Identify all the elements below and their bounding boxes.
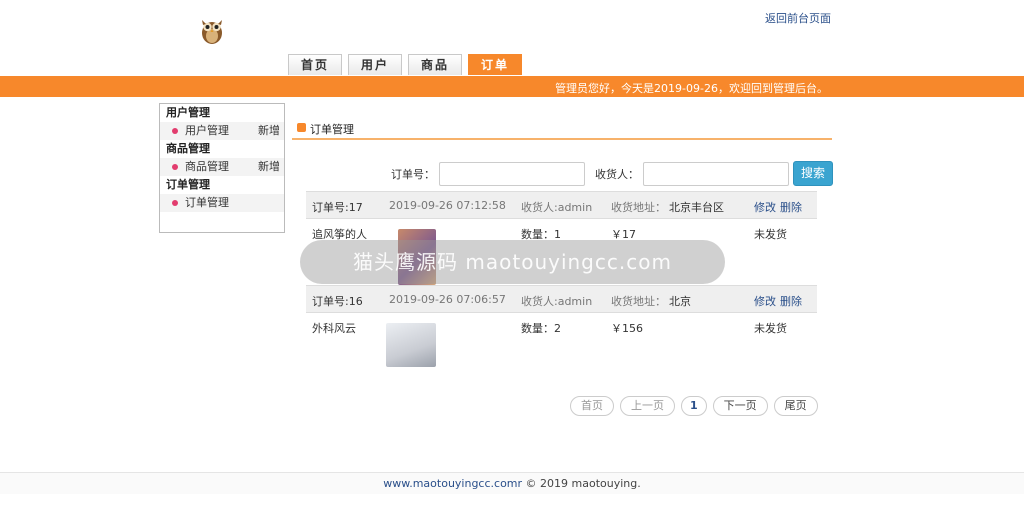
- address-label: 收货地址：: [611, 295, 666, 308]
- order-header: 订单号:16 2019-09-26 07:06:57 收货人:admin 收货地…: [306, 285, 817, 313]
- order-number: 订单号:17: [312, 201, 363, 214]
- tab-users[interactable]: 用户: [348, 54, 402, 75]
- receiver-label: 收货人：: [595, 167, 639, 181]
- footer-site-link[interactable]: www.maotouyingcc.comr: [383, 477, 522, 490]
- tab-home[interactable]: 首页: [288, 54, 342, 75]
- footer: www.maotouyingcc.comr © 2019 maotouying.: [0, 472, 1024, 494]
- current-page-button[interactable]: 1: [681, 396, 707, 416]
- sidebar-item-label[interactable]: 商品管理: [185, 160, 229, 173]
- product-cover-image[interactable]: [386, 323, 436, 367]
- greeting-text: 管理员您好，今天是2019-09-26，欢迎回到管理后台。: [555, 82, 828, 95]
- add-product-link[interactable]: 新增: [258, 158, 280, 176]
- page-title-bar: 订单管理: [292, 118, 832, 140]
- first-page-button[interactable]: 首页: [570, 396, 614, 416]
- back-to-frontend-link[interactable]: 返回前台页面: [765, 10, 831, 26]
- receiver-input[interactable]: [643, 161, 789, 186]
- bullet-icon: [172, 200, 178, 206]
- edit-order-link[interactable]: 修改: [754, 293, 776, 309]
- order-status: 未发货: [754, 322, 787, 335]
- next-page-button[interactable]: 下一页: [712, 396, 768, 416]
- sidebar-section-title: 用户管理: [166, 106, 210, 119]
- order-time: 2019-09-26 07:12:58: [389, 199, 506, 212]
- bullet-icon: [172, 164, 178, 170]
- order-item-row: 外科风云 数量：2 ￥156 未发货: [306, 313, 817, 379]
- order-quantity: 数量：2: [521, 322, 561, 335]
- orange-square-icon: [297, 123, 306, 132]
- last-page-button[interactable]: 尾页: [773, 396, 818, 416]
- order-address: 北京丰台区: [669, 201, 724, 214]
- delete-order-link[interactable]: 删除: [780, 199, 802, 215]
- owl-logo-icon[interactable]: [196, 14, 228, 46]
- order-header: 订单号:17 2019-09-26 07:12:58 收货人:admin 收货地…: [306, 191, 817, 219]
- product-name[interactable]: 外科风云: [312, 320, 356, 336]
- delete-order-link[interactable]: 删除: [780, 293, 802, 309]
- welcome-banner: 管理员您好，今天是2019-09-26，欢迎回到管理后台。: [0, 76, 1024, 97]
- prev-page-button[interactable]: 上一页: [620, 396, 675, 416]
- order-status: 未发货: [754, 228, 787, 241]
- add-user-link[interactable]: 新增: [258, 122, 280, 140]
- bullet-icon: [172, 128, 178, 134]
- order-number: 订单号:16: [312, 295, 363, 308]
- page-title: 订单管理: [310, 123, 354, 136]
- order-time: 2019-09-26 07:06:57: [389, 293, 506, 306]
- sidebar-item-order-management[interactable]: 订单管理: [160, 194, 284, 212]
- order-no-label: 订单号：: [391, 167, 435, 181]
- watermark-overlay: 猫头鹰源码 maotouyingcc.com: [300, 240, 725, 284]
- address-label: 收货地址：: [611, 201, 666, 214]
- sidebar-item-user-management[interactable]: 用户管理 新增: [160, 122, 284, 140]
- footer-copyright: © 2019 maotouying.: [522, 477, 641, 490]
- order-card: 订单号:16 2019-09-26 07:06:57 收货人:admin 收货地…: [306, 285, 817, 379]
- order-address: 北京: [669, 295, 691, 308]
- tab-orders[interactable]: 订单: [468, 54, 522, 75]
- header: 返回前台页面 首页 用户 商品 订单: [0, 0, 1024, 76]
- pagination: 首页 上一页 1 下一页 尾页: [570, 396, 818, 416]
- search-button[interactable]: 搜索: [793, 161, 833, 186]
- sidebar-section-title: 订单管理: [166, 178, 210, 191]
- edit-order-link[interactable]: 修改: [754, 199, 776, 215]
- sidebar-section-title: 商品管理: [166, 142, 210, 155]
- search-form: 订单号： 收货人： 搜索: [391, 161, 833, 186]
- sidebar-item-label[interactable]: 订单管理: [185, 196, 229, 209]
- tab-products[interactable]: 商品: [408, 54, 462, 75]
- order-receiver: 收货人:admin: [521, 201, 593, 214]
- sidebar-item-label[interactable]: 用户管理: [185, 124, 229, 137]
- order-receiver: 收货人:admin: [521, 295, 593, 308]
- sidebar-item-product-management[interactable]: 商品管理 新增: [160, 158, 284, 176]
- order-price: ￥156: [611, 322, 643, 335]
- sidebar: 用户管理 用户管理 新增 商品管理 商品管理 新增 订单管理 订单管理: [159, 103, 285, 233]
- nav-tabs: 首页 用户 商品 订单: [288, 54, 522, 75]
- order-no-input[interactable]: [439, 161, 585, 186]
